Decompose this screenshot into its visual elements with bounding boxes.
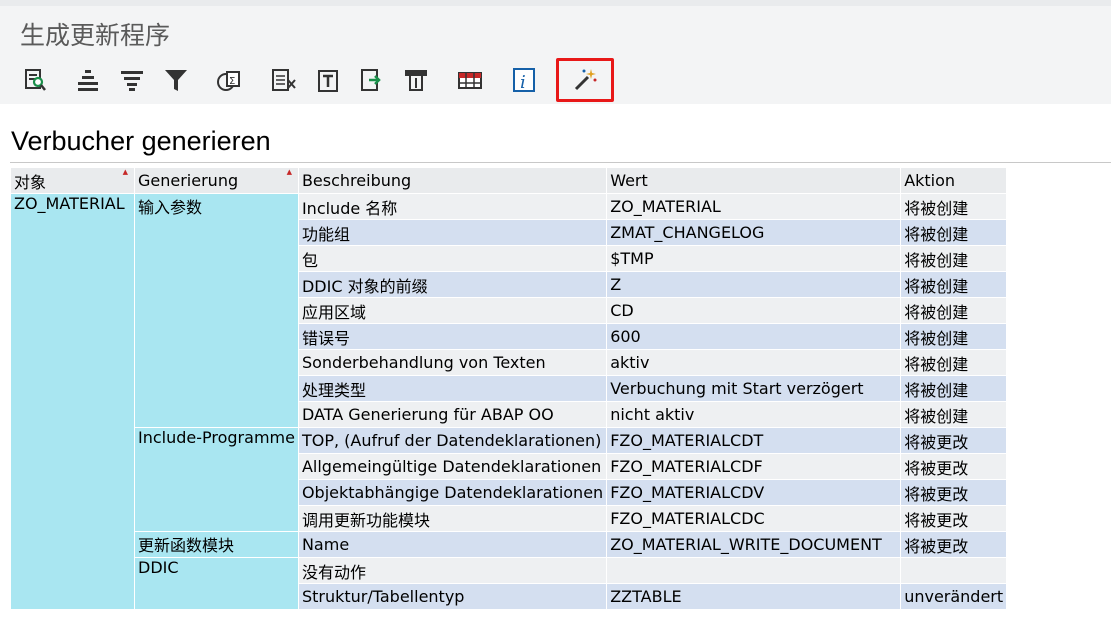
action-cell[interactable]: [900, 557, 1008, 584]
action-cell[interactable]: 将被创建: [900, 193, 1008, 220]
column-header-value[interactable]: Wert: [606, 167, 902, 194]
svg-text:Σ: Σ: [229, 76, 235, 87]
sort-icon: ▲: [122, 168, 128, 176]
value-cell[interactable]: ZO_MATERIAL: [606, 193, 902, 220]
generation-group-cell[interactable]: 输入参数: [134, 193, 299, 428]
content-area: Verbucher generieren 对象 ▲ Generierung ▲ Be…: [0, 104, 1111, 644]
generation-table: 对象 ▲ Generierung ▲ Beschreibung Wert Aktio…: [10, 167, 1008, 610]
value-cell[interactable]: FZO_MATERIALCDT: [606, 427, 902, 454]
action-cell[interactable]: 将被更改: [900, 531, 1008, 558]
table-row[interactable]: ZO_MATERIAL 输入参数 Include 名称 ZO_MATERIAL …: [10, 193, 1008, 610]
info-icon[interactable]: i: [506, 62, 542, 98]
magic-wand-icon[interactable]: [556, 58, 614, 102]
print-icon[interactable]: [398, 62, 434, 98]
value-cell[interactable]: ZO_MATERIAL_WRITE_DOCUMENT: [606, 531, 902, 558]
description-cell[interactable]: Allgemeingültige Datendeklarationen: [297, 453, 608, 480]
layout-icon[interactable]: [452, 62, 488, 98]
value-cell[interactable]: 600: [606, 323, 902, 350]
action-cell[interactable]: 将被更改: [900, 453, 1008, 480]
description-cell[interactable]: TOP, (Aufruf der Datendeklarationen): [297, 427, 608, 454]
column-header-object[interactable]: 对象 ▲: [10, 167, 135, 194]
value-cell[interactable]: CD: [606, 297, 902, 324]
description-cell[interactable]: 功能组: [297, 219, 608, 246]
value-cell[interactable]: FZO_MATERIALCDC: [606, 505, 902, 532]
object-cell[interactable]: ZO_MATERIAL: [10, 193, 135, 610]
value-cell[interactable]: [606, 557, 902, 584]
window-title: 生成更新程序: [20, 21, 171, 50]
action-cell[interactable]: 将被更改: [900, 505, 1008, 532]
description-cell[interactable]: 应用区域: [297, 297, 608, 324]
value-cell[interactable]: ZZTABLE: [606, 583, 902, 610]
description-cell[interactable]: DATA Generierung für ABAP OO: [297, 401, 608, 428]
generation-group-cell[interactable]: 更新函数模块: [134, 531, 299, 558]
generation-group-cell[interactable]: Include-Programme: [134, 427, 299, 532]
action-cell[interactable]: 将被创建: [900, 245, 1008, 272]
action-cell[interactable]: unverändert: [900, 583, 1008, 610]
value-cell[interactable]: FZO_MATERIALCDV: [606, 479, 902, 506]
column-header-action[interactable]: Aktion: [900, 167, 1008, 194]
description-cell[interactable]: Struktur/Tabellentyp: [297, 583, 608, 610]
export-table-icon[interactable]: [266, 62, 302, 98]
find-icon[interactable]: [17, 62, 53, 98]
table-row[interactable]: Include-Programme TOP, (Aufruf der Daten…: [11, 427, 1008, 532]
window-top-strip: [0, 0, 1111, 6]
value-cell[interactable]: Verbuchung mit Start verzögert: [606, 375, 902, 402]
value-cell[interactable]: nicht aktiv: [606, 401, 902, 428]
page-heading: Verbucher generieren: [11, 126, 271, 156]
table-row[interactable]: DDIC 没有动作: [11, 557, 1008, 610]
action-cell[interactable]: 将被创建: [900, 349, 1008, 376]
toolbar: Σ i: [0, 56, 1111, 106]
description-cell[interactable]: DDIC 对象的前缀: [297, 271, 608, 298]
value-cell[interactable]: FZO_MATERIALCDF: [606, 453, 902, 480]
action-cell[interactable]: 将被创建: [900, 219, 1008, 246]
action-cell[interactable]: 将被创建: [900, 375, 1008, 402]
action-cell[interactable]: 将被更改: [900, 479, 1008, 506]
value-cell[interactable]: $TMP: [606, 245, 902, 272]
send-icon[interactable]: [354, 62, 390, 98]
action-cell[interactable]: 将被创建: [900, 297, 1008, 324]
value-cell[interactable]: Z: [606, 271, 902, 298]
description-cell[interactable]: 没有动作: [297, 557, 608, 584]
description-cell[interactable]: 调用更新功能模块: [297, 505, 608, 532]
align-center-icon[interactable]: [70, 62, 106, 98]
divider: [10, 162, 1111, 163]
action-cell[interactable]: 将被更改: [900, 427, 1008, 454]
description-cell[interactable]: 处理类型: [297, 375, 608, 402]
svg-text:i: i: [520, 72, 526, 93]
sort-icon: ▲: [286, 168, 292, 176]
description-cell[interactable]: 错误号: [297, 323, 608, 350]
table-header-row: 对象 ▲ Generierung ▲ Beschreibung Wert Aktio…: [10, 167, 1008, 194]
description-cell[interactable]: Name: [297, 531, 608, 558]
column-header-generation[interactable]: Generierung ▲: [134, 167, 299, 194]
filter-icon[interactable]: [158, 62, 194, 98]
value-cell[interactable]: aktiv: [606, 349, 902, 376]
column-header-description[interactable]: Beschreibung: [297, 167, 608, 194]
table-row[interactable]: 更新函数模块 Name ZO_MATERIAL_WRITE_DOCUMENT 将…: [11, 531, 1008, 558]
sum-icon[interactable]: Σ: [211, 62, 247, 98]
description-cell[interactable]: 包: [297, 245, 608, 272]
description-cell[interactable]: Objektabhängige Datendeklarationen: [297, 479, 608, 506]
action-cell[interactable]: 将被创建: [900, 271, 1008, 298]
value-cell[interactable]: ZMAT_CHANGELOG: [606, 219, 902, 246]
description-cell[interactable]: Include 名称: [297, 193, 608, 220]
align-bottom-icon[interactable]: [114, 62, 150, 98]
description-cell[interactable]: Sonderbehandlung von Texten: [297, 349, 608, 376]
generation-group-cell[interactable]: DDIC: [134, 557, 299, 610]
text-icon[interactable]: [310, 62, 346, 98]
action-cell[interactable]: 将被创建: [900, 323, 1008, 350]
action-cell[interactable]: 将被创建: [900, 401, 1008, 428]
